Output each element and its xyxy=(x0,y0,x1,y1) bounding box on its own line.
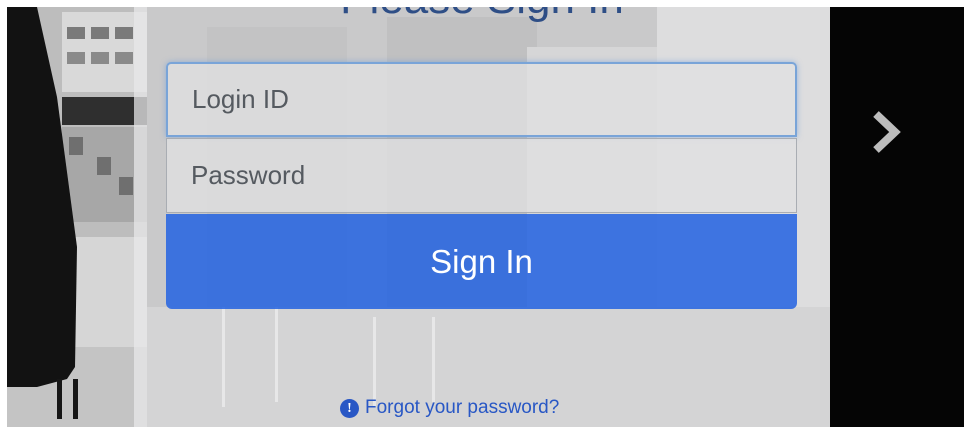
signin-button[interactable]: Sign In xyxy=(166,214,797,309)
forgot-password-label: Forgot your password? xyxy=(365,397,560,418)
info-circle-icon: ! xyxy=(340,398,359,418)
login-id-input[interactable] xyxy=(166,62,797,137)
right-strip xyxy=(830,7,964,427)
login-screen: Please Sign In Sign In ! Forgot your pas… xyxy=(7,7,964,427)
password-input[interactable] xyxy=(166,138,797,213)
forgot-password-link[interactable]: ! Forgot your password? xyxy=(340,395,559,421)
chevron-right-icon[interactable] xyxy=(869,107,905,157)
page-title: Please Sign In xyxy=(134,7,830,21)
